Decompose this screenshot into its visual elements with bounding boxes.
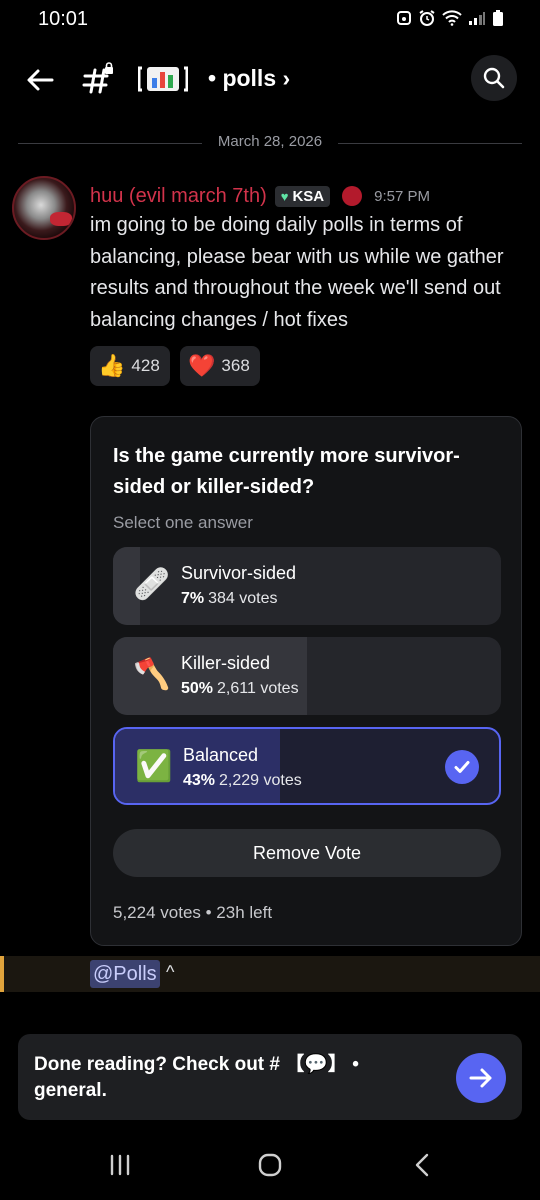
poll-answer-killer-sided[interactable]: 🪓 Killer-sided 50% 2,611 votes — [113, 637, 501, 715]
poll-question: Is the game currently more survivor-side… — [113, 445, 460, 498]
channel-hash-lock-icon — [80, 62, 116, 98]
selected-check-icon — [445, 750, 479, 784]
poll-hint: Select one answer — [113, 513, 253, 532]
mention-message: @Polls ^ — [0, 956, 540, 992]
signal-icon — [469, 12, 485, 25]
message-header: huu (evil march 7th) ♥ KSA 9:57 PM — [90, 182, 430, 210]
poll-card: Is the game currently more survivor-side… — [90, 416, 522, 946]
search-button[interactable] — [471, 55, 517, 101]
timestamp: 9:57 PM — [374, 187, 431, 205]
back-icon[interactable] — [408, 1150, 438, 1180]
reaction-count: 428 — [131, 356, 160, 375]
date-divider-text: March 28, 2026 — [217, 133, 323, 150]
reaction-heart[interactable]: ❤️ 368 — [180, 346, 260, 386]
reaction-thumbs-up[interactable]: 👍 428 — [90, 346, 170, 386]
recent-apps-icon[interactable] — [105, 1150, 135, 1180]
thumbs-up-icon: 👍 — [98, 353, 126, 378]
answer-label: Survivor-sided — [181, 563, 297, 583]
bandage-icon: 🩹 — [133, 568, 171, 601]
status-bar: 10:01 — [0, 0, 540, 40]
answer-label: Killer-sided — [181, 653, 271, 673]
alarm-icon — [419, 10, 435, 26]
check-mark-icon: ✅ — [135, 750, 173, 783]
remove-vote-button[interactable]: Remove Vote — [113, 829, 501, 877]
status-icons — [396, 9, 504, 27]
answer-stats: 43% 2,229 votes — [183, 772, 302, 789]
heart-icon: ♥ — [280, 188, 289, 204]
reaction-count: 368 — [221, 356, 250, 375]
arrow-right-icon — [469, 1068, 492, 1088]
heart-icon: ❤️ — [188, 353, 216, 378]
server-tag-label: KSA — [292, 187, 325, 205]
next-channel-text: Done reading? Check out # 【💬】 • general. — [34, 1054, 359, 1101]
caret-text: ^ — [166, 962, 175, 982]
status-time: 10:01 — [38, 8, 89, 30]
channel-chart-icon — [137, 64, 189, 94]
answer-stats: 50% 2,611 votes — [181, 680, 299, 697]
role-icon — [342, 186, 363, 206]
avatar[interactable] — [12, 176, 76, 240]
system-navigation-bar — [0, 1130, 540, 1200]
username[interactable]: huu (evil march 7th) — [90, 185, 267, 208]
role-mention[interactable]: @Polls — [90, 960, 160, 988]
poll-footer: 5,224 votes • 23h left — [113, 903, 273, 922]
answer-label: Balanced — [183, 745, 259, 765]
search-icon — [483, 67, 505, 89]
home-icon[interactable] — [255, 1150, 285, 1180]
answer-stats: 7% 384 votes — [181, 590, 278, 607]
poll-answer-balanced[interactable]: ✅ Balanced 43% 2,229 votes — [113, 727, 501, 805]
next-channel-button[interactable] — [456, 1053, 506, 1103]
back-arrow-icon[interactable] — [22, 62, 58, 98]
poll-answer-survivor-sided[interactable]: 🩹 Survivor-sided 7% 384 votes — [113, 547, 501, 625]
wifi-icon — [442, 10, 462, 26]
channel-name[interactable]: • polls › — [208, 65, 290, 92]
next-channel-prompt[interactable]: Done reading? Check out # 【💬】 • general. — [18, 1034, 522, 1120]
server-tag[interactable]: ♥ KSA — [274, 185, 331, 207]
message-text: im going to be doing daily polls in term… — [90, 214, 504, 331]
battery-icon — [493, 10, 503, 26]
axe-icon: 🪓 — [133, 658, 171, 691]
bixby-routine-icon — [397, 11, 411, 25]
date-divider: March 28, 2026 — [18, 132, 522, 154]
channel-header: • polls › — [0, 50, 540, 110]
